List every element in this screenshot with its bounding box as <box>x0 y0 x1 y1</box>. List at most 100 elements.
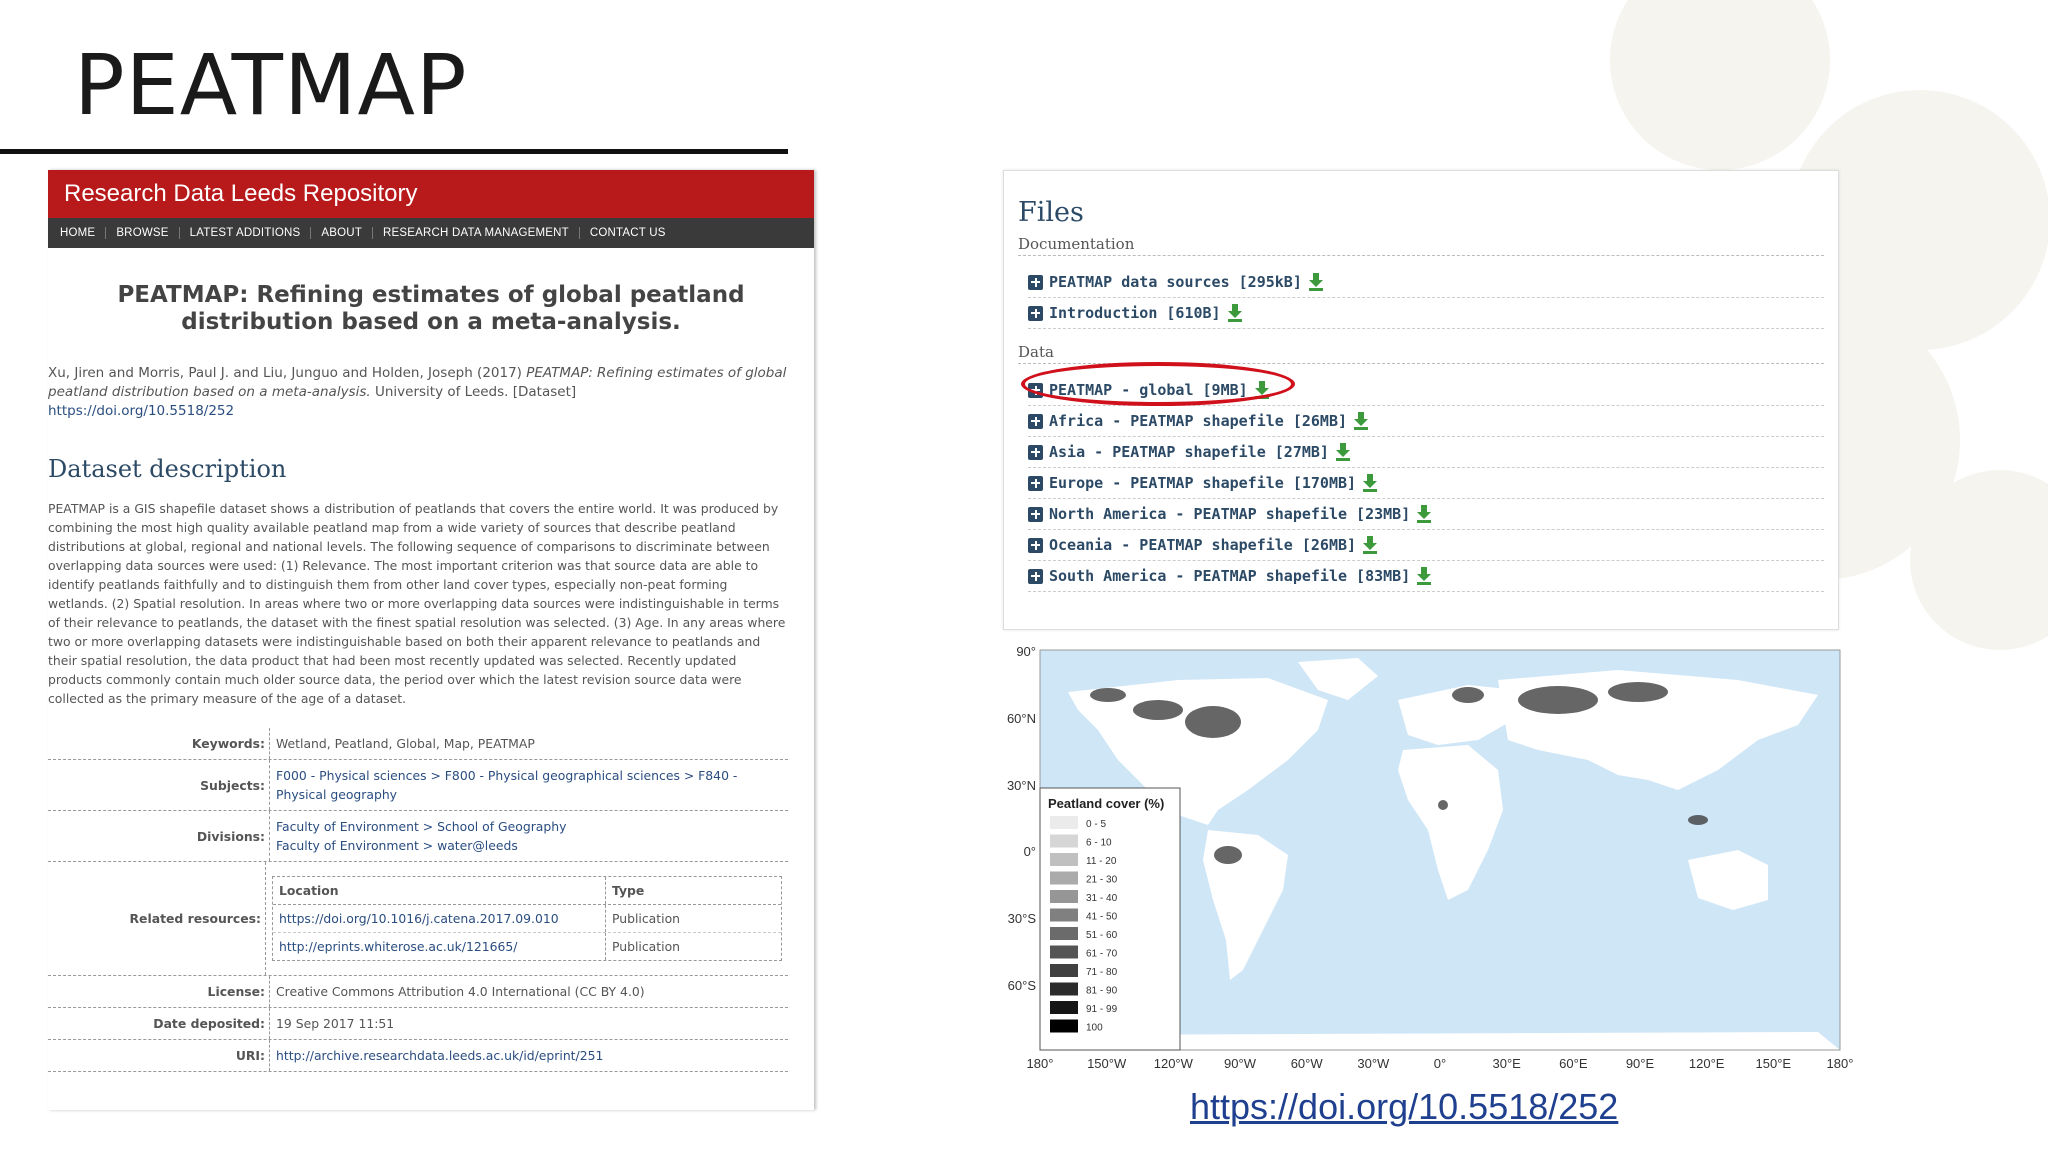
legend-swatch <box>1050 945 1078 959</box>
peat-se-asia <box>1688 815 1708 825</box>
meta-value: Wetland, Peatland, Global, Map, PEATMAP <box>276 736 535 751</box>
related-type: Publication <box>612 911 680 926</box>
file-item[interactable]: Europe - PEATMAP shapefile [170MB] <box>1028 468 1824 499</box>
nav-browse[interactable]: BROWSE <box>106 227 180 239</box>
download-icon[interactable] <box>1335 443 1351 461</box>
division-link-geography[interactable]: Faculty of Environment > School of Geogr… <box>276 819 566 834</box>
download-icon[interactable] <box>1362 474 1378 492</box>
lon-labels: 180° 150°W 120°W 90°W 60°W 30°W 0° 30°E 60°E 90°E… <box>1027 1056 1854 1071</box>
legend-swatch <box>1050 1019 1078 1033</box>
download-icon[interactable] <box>1353 412 1369 430</box>
peat-amazon <box>1214 846 1242 864</box>
file-item[interactable]: Oceania - PEATMAP shapefile [26MB] <box>1028 530 1824 561</box>
download-icon[interactable] <box>1227 304 1243 322</box>
lon-label: 90°E <box>1626 1056 1655 1071</box>
file-item[interactable]: North America - PEATMAP shapefile [23MB] <box>1028 499 1824 530</box>
file-item[interactable]: Introduction [610B] <box>1028 298 1824 329</box>
meta-row-related: Related resources: Location Type https:/… <box>48 862 788 976</box>
legend-swatch <box>1050 908 1078 922</box>
peat-alaska <box>1090 688 1126 702</box>
download-icon[interactable] <box>1308 273 1324 291</box>
nav-about[interactable]: ABOUT <box>311 227 374 239</box>
meta-key: Subjects: <box>48 760 270 810</box>
meta-row-uri: URI: http://archive.researchdata.leeds.a… <box>48 1040 788 1072</box>
expand-icon[interactable] <box>1028 305 1043 321</box>
file-item[interactable]: South America - PEATMAP shapefile [83MB] <box>1028 561 1824 592</box>
subjects-link[interactable]: F000 - Physical sciences > F800 - Physic… <box>276 768 737 802</box>
meta-key: Keywords: <box>48 728 270 759</box>
lat-label: 60°S <box>1008 978 1037 993</box>
citation-doi-link[interactable]: https://doi.org/10.5518/252 <box>48 403 234 419</box>
nav-research-data-management[interactable]: RESEARCH DATA MANAGEMENT <box>373 227 580 239</box>
file-label[interactable]: Oceania - PEATMAP shapefile [26MB] <box>1049 536 1356 554</box>
nav-latest-additions[interactable]: LATEST ADDITIONS <box>180 227 312 239</box>
legend-label: 11 - 20 <box>1086 856 1117 867</box>
citation-rest: University of Leeds. [Dataset] <box>370 384 577 400</box>
meta-row-keywords: Keywords: Wetland, Peatland, Global, Map… <box>48 728 788 760</box>
repo-header[interactable]: Research Data Leeds Repository <box>48 170 814 218</box>
expand-icon[interactable] <box>1028 537 1043 553</box>
meta-row-date: Date deposited: 19 Sep 2017 11:51 <box>48 1008 788 1040</box>
file-label[interactable]: Europe - PEATMAP shapefile [170MB] <box>1049 474 1356 492</box>
metadata-table: Keywords: Wetland, Peatland, Global, Map… <box>48 728 788 1072</box>
download-icon[interactable] <box>1362 536 1378 554</box>
doi-link[interactable]: https://doi.org/10.5518/252 <box>1190 1086 1618 1128</box>
expand-icon[interactable] <box>1028 274 1043 290</box>
file-item[interactable]: Asia - PEATMAP shapefile [27MB] <box>1028 437 1824 468</box>
file-label[interactable]: South America - PEATMAP shapefile [83MB] <box>1049 567 1410 585</box>
expand-icon[interactable] <box>1028 568 1043 584</box>
legend-swatch <box>1050 834 1078 848</box>
file-label[interactable]: Africa - PEATMAP shapefile [26MB] <box>1049 412 1347 430</box>
nav-contact-us[interactable]: CONTACT US <box>580 227 676 239</box>
legend-label: 6 - 10 <box>1086 838 1112 849</box>
legend-label: 71 - 80 <box>1086 967 1118 978</box>
legend-label: 41 - 50 <box>1086 912 1118 923</box>
peat-hudson-bay <box>1185 706 1241 738</box>
legend-swatch <box>1050 816 1078 829</box>
lon-label: 90°W <box>1224 1056 1257 1071</box>
lat-label: 30°N <box>1007 778 1036 793</box>
lon-label: 150°E <box>1756 1056 1792 1071</box>
file-label[interactable]: PEATMAP data sources [295kB] <box>1049 273 1302 291</box>
related-resources-table: Location Type https://doi.org/10.1016/j.… <box>272 876 782 961</box>
file-label[interactable]: Asia - PEATMAP shapefile [27MB] <box>1049 443 1329 461</box>
expand-icon[interactable] <box>1028 475 1043 491</box>
lon-label: 120°W <box>1154 1056 1194 1071</box>
file-label[interactable]: North America - PEATMAP shapefile [23MB] <box>1049 505 1410 523</box>
citation-authors: Xu, Jiren and Morris, Paul J. and Liu, J… <box>48 365 527 381</box>
expand-icon[interactable] <box>1028 444 1043 460</box>
related-location-link[interactable]: https://doi.org/10.1016/j.catena.2017.09… <box>279 911 559 926</box>
citation: Xu, Jiren and Morris, Paul J. and Liu, J… <box>48 364 798 421</box>
file-label[interactable]: Introduction [610B] <box>1049 304 1221 322</box>
files-heading: Files <box>1018 197 1084 228</box>
lon-label: 30°E <box>1492 1056 1521 1071</box>
related-location-link[interactable]: http://eprints.whiterose.ac.uk/121665/ <box>279 939 517 954</box>
legend-swatch <box>1050 853 1078 866</box>
legend-label: 81 - 90 <box>1086 986 1118 997</box>
uri-link[interactable]: http://archive.researchdata.leeds.ac.uk/… <box>276 1048 603 1063</box>
legend-label: 61 - 70 <box>1086 949 1118 960</box>
expand-icon[interactable] <box>1028 506 1043 522</box>
meta-key: Related resources: <box>48 862 266 975</box>
download-icon[interactable] <box>1416 567 1432 585</box>
expand-icon[interactable] <box>1028 413 1043 429</box>
peat-scandinavia <box>1452 687 1484 703</box>
division-link-water[interactable]: Faculty of Environment > water@leeds <box>276 838 518 853</box>
download-icon[interactable] <box>1416 505 1432 523</box>
file-item[interactable]: PEATMAP data sources [295kB] <box>1028 267 1824 298</box>
nav-home[interactable]: HOME <box>50 227 107 239</box>
dataset-description: PEATMAP is a GIS shapefile dataset shows… <box>48 501 786 706</box>
title-divider <box>0 149 788 154</box>
legend-label: 91 - 99 <box>1086 1004 1118 1015</box>
meta-key: License: <box>48 976 270 1007</box>
legend-label: 21 - 30 <box>1086 875 1118 886</box>
dataset-title: PEATMAP: Refining estimates of global pe… <box>117 282 745 335</box>
peat-canada-west <box>1133 700 1183 720</box>
file-item[interactable]: Africa - PEATMAP shapefile [26MB] <box>1028 406 1824 437</box>
meta-value: 19 Sep 2017 11:51 <box>276 1016 395 1031</box>
repo-nav: HOME BROWSE LATEST ADDITIONS ABOUT RESEA… <box>48 218 814 248</box>
slide-title: PEATMAP <box>74 36 468 134</box>
table-row: https://doi.org/10.1016/j.catena.2017.09… <box>273 905 781 933</box>
data-list: PEATMAP - global [9MB] Africa - PEATMAP … <box>1028 375 1824 592</box>
lon-label: 180° <box>1027 1056 1054 1071</box>
